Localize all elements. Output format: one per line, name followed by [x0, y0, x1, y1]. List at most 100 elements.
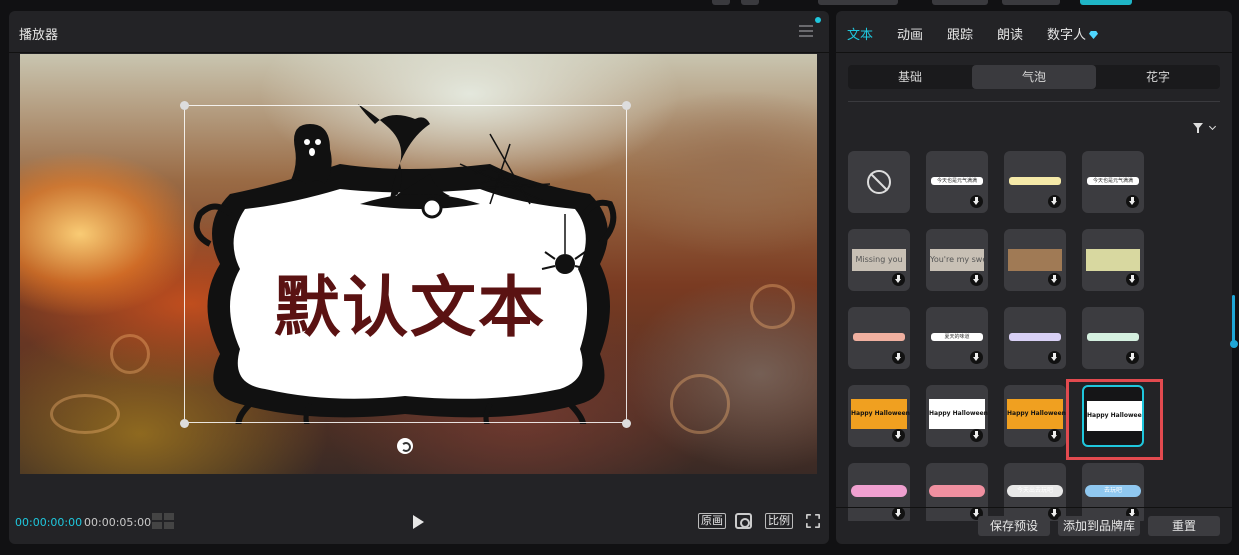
playback-controls: 00:00:00:00 00:00:05:00 原画 比例 [9, 509, 829, 535]
bubble-preview: 今天也是元气满满 [1087, 177, 1139, 185]
bubble-preview: 去玩吧 [1085, 485, 1141, 497]
download-icon[interactable] [970, 273, 983, 286]
menu-icon[interactable] [799, 25, 813, 38]
bubble-preview [851, 485, 907, 497]
subtab-fancy-text[interactable]: 花字 [1096, 65, 1220, 89]
resize-handle[interactable] [622, 101, 631, 110]
bubble-tile[interactable]: 今天也是元气满满 [1082, 151, 1144, 213]
scrollbar[interactable] [1232, 295, 1235, 345]
tab-animation[interactable]: 动画 [897, 24, 923, 43]
bubble-tile[interactable]: You're my sweetheart [926, 229, 988, 291]
toolbar-block[interactable] [741, 0, 759, 5]
diamond-icon [1089, 31, 1099, 39]
panel-tabs: 文本 动画 跟踪 朗读 数字人 [836, 11, 1232, 53]
original-quality-button[interactable]: 原画 [698, 513, 726, 529]
bubble-tile[interactable]: 今天也是元气满满 [926, 151, 988, 213]
toolbar-block[interactable] [712, 0, 730, 5]
focus-icon[interactable] [735, 513, 752, 529]
bubble-tile[interactable] [848, 307, 910, 369]
subtab-bar: 基础 气泡 花字 [848, 65, 1220, 89]
ratio-button[interactable]: 比例 [765, 513, 793, 529]
download-icon[interactable] [892, 351, 905, 364]
download-icon[interactable] [892, 273, 905, 286]
tab-read-aloud[interactable]: 朗读 [997, 24, 1023, 43]
bubble-tile[interactable]: 夏天的味道 [926, 307, 988, 369]
bubble-preview [1008, 249, 1062, 271]
download-icon[interactable] [1048, 273, 1061, 286]
bubble-tile[interactable] [848, 151, 910, 213]
resize-handle[interactable] [180, 101, 189, 110]
bubble-preview: 今天也是元气满满 [931, 177, 983, 185]
export-button[interactable] [1080, 0, 1132, 5]
bubble-preview [1009, 333, 1061, 341]
bokeh [50, 394, 120, 434]
bubble-tile[interactable] [1004, 307, 1066, 369]
subtab-bubble[interactable]: 气泡 [972, 65, 1096, 89]
player-title: 播放器 [19, 28, 59, 43]
toolbar-block[interactable] [818, 0, 898, 5]
selection-box[interactable] [184, 105, 627, 423]
filter-icon[interactable] [1193, 122, 1217, 134]
bubble-tile[interactable] [1004, 151, 1066, 213]
resize-handle[interactable] [622, 419, 631, 428]
resize-handle[interactable] [180, 419, 189, 428]
bubble-tile[interactable]: Happy Halloween [926, 385, 988, 447]
download-icon[interactable] [1126, 195, 1139, 208]
bubble-tile[interactable]: Happy Halloween [848, 385, 910, 447]
tab-text[interactable]: 文本 [847, 24, 873, 43]
download-icon[interactable] [1126, 273, 1139, 286]
tab-digital-human-label: 数字人 [1047, 28, 1087, 43]
download-icon[interactable] [970, 429, 983, 442]
rotate-icon[interactable] [397, 438, 413, 454]
bubble-preview [1087, 333, 1139, 341]
divider [848, 101, 1220, 102]
bokeh [670, 374, 730, 434]
download-icon[interactable] [1048, 195, 1061, 208]
save-preset-button[interactable]: 保存预设 [978, 516, 1050, 536]
bubble-preview [1009, 177, 1061, 185]
bubble-preview: Happy Halloween [929, 399, 988, 429]
reset-button[interactable]: 重置 [1148, 516, 1220, 536]
fullscreen-icon[interactable] [806, 514, 820, 528]
bubble-preview: Happy Halloween [851, 399, 910, 429]
download-icon[interactable] [1126, 351, 1139, 364]
toolbar-block[interactable] [932, 0, 988, 5]
toolbar-block[interactable] [1002, 0, 1060, 5]
scrollbar-thumb[interactable] [1230, 340, 1238, 348]
bubble-tile[interactable] [1082, 229, 1144, 291]
download-icon[interactable] [1048, 351, 1061, 364]
tab-tracking[interactable]: 跟踪 [947, 24, 973, 43]
add-to-brand-button[interactable]: 添加到品牌库 [1058, 516, 1140, 536]
bubble-preview: You're my sweetheart [930, 249, 984, 271]
bokeh [110, 334, 150, 374]
bubble-preview: 夏天的味道 [931, 333, 983, 341]
bubble-tile[interactable]: Missing you [848, 229, 910, 291]
bubble-tile[interactable] [1082, 307, 1144, 369]
play-icon[interactable] [413, 515, 424, 529]
selection-highlight [1066, 379, 1163, 460]
text-panel: 文本 动画 跟踪 朗读 数字人 基础 气泡 花字 今天也是元气满满 今天也是元气满… [836, 11, 1232, 544]
bubble-preview [929, 485, 985, 497]
subtab-basic[interactable]: 基础 [848, 65, 972, 89]
download-icon[interactable] [892, 429, 905, 442]
top-strip [0, 0, 1239, 10]
bokeh [750, 284, 795, 329]
player-header: 播放器 [9, 11, 829, 53]
bubble-preview: Happy Halloween [1007, 399, 1066, 429]
tab-digital-human[interactable]: 数字人 [1047, 24, 1099, 43]
bubble-preview: Missing you [852, 249, 906, 271]
bubble-tile[interactable] [1004, 229, 1066, 291]
no-style-icon [867, 170, 891, 194]
download-icon[interactable] [1048, 429, 1061, 442]
timeline-grid-icon[interactable] [152, 513, 174, 529]
download-icon[interactable] [970, 195, 983, 208]
total-time: 00:00:05:00 [84, 516, 152, 529]
bubble-preview [1086, 249, 1140, 271]
bubble-grid: 今天也是元气满满 今天也是元气满满 Missing you You're my swe… [848, 151, 1228, 521]
bubble-preview: 今天出去玩吧 [1007, 485, 1063, 497]
notification-dot [815, 17, 821, 23]
current-time: 00:00:00:00 [15, 516, 83, 529]
bubble-tile[interactable]: Happy Halloween [1004, 385, 1066, 447]
preview-canvas[interactable]: 默认文本 [20, 54, 817, 474]
download-icon[interactable] [970, 351, 983, 364]
